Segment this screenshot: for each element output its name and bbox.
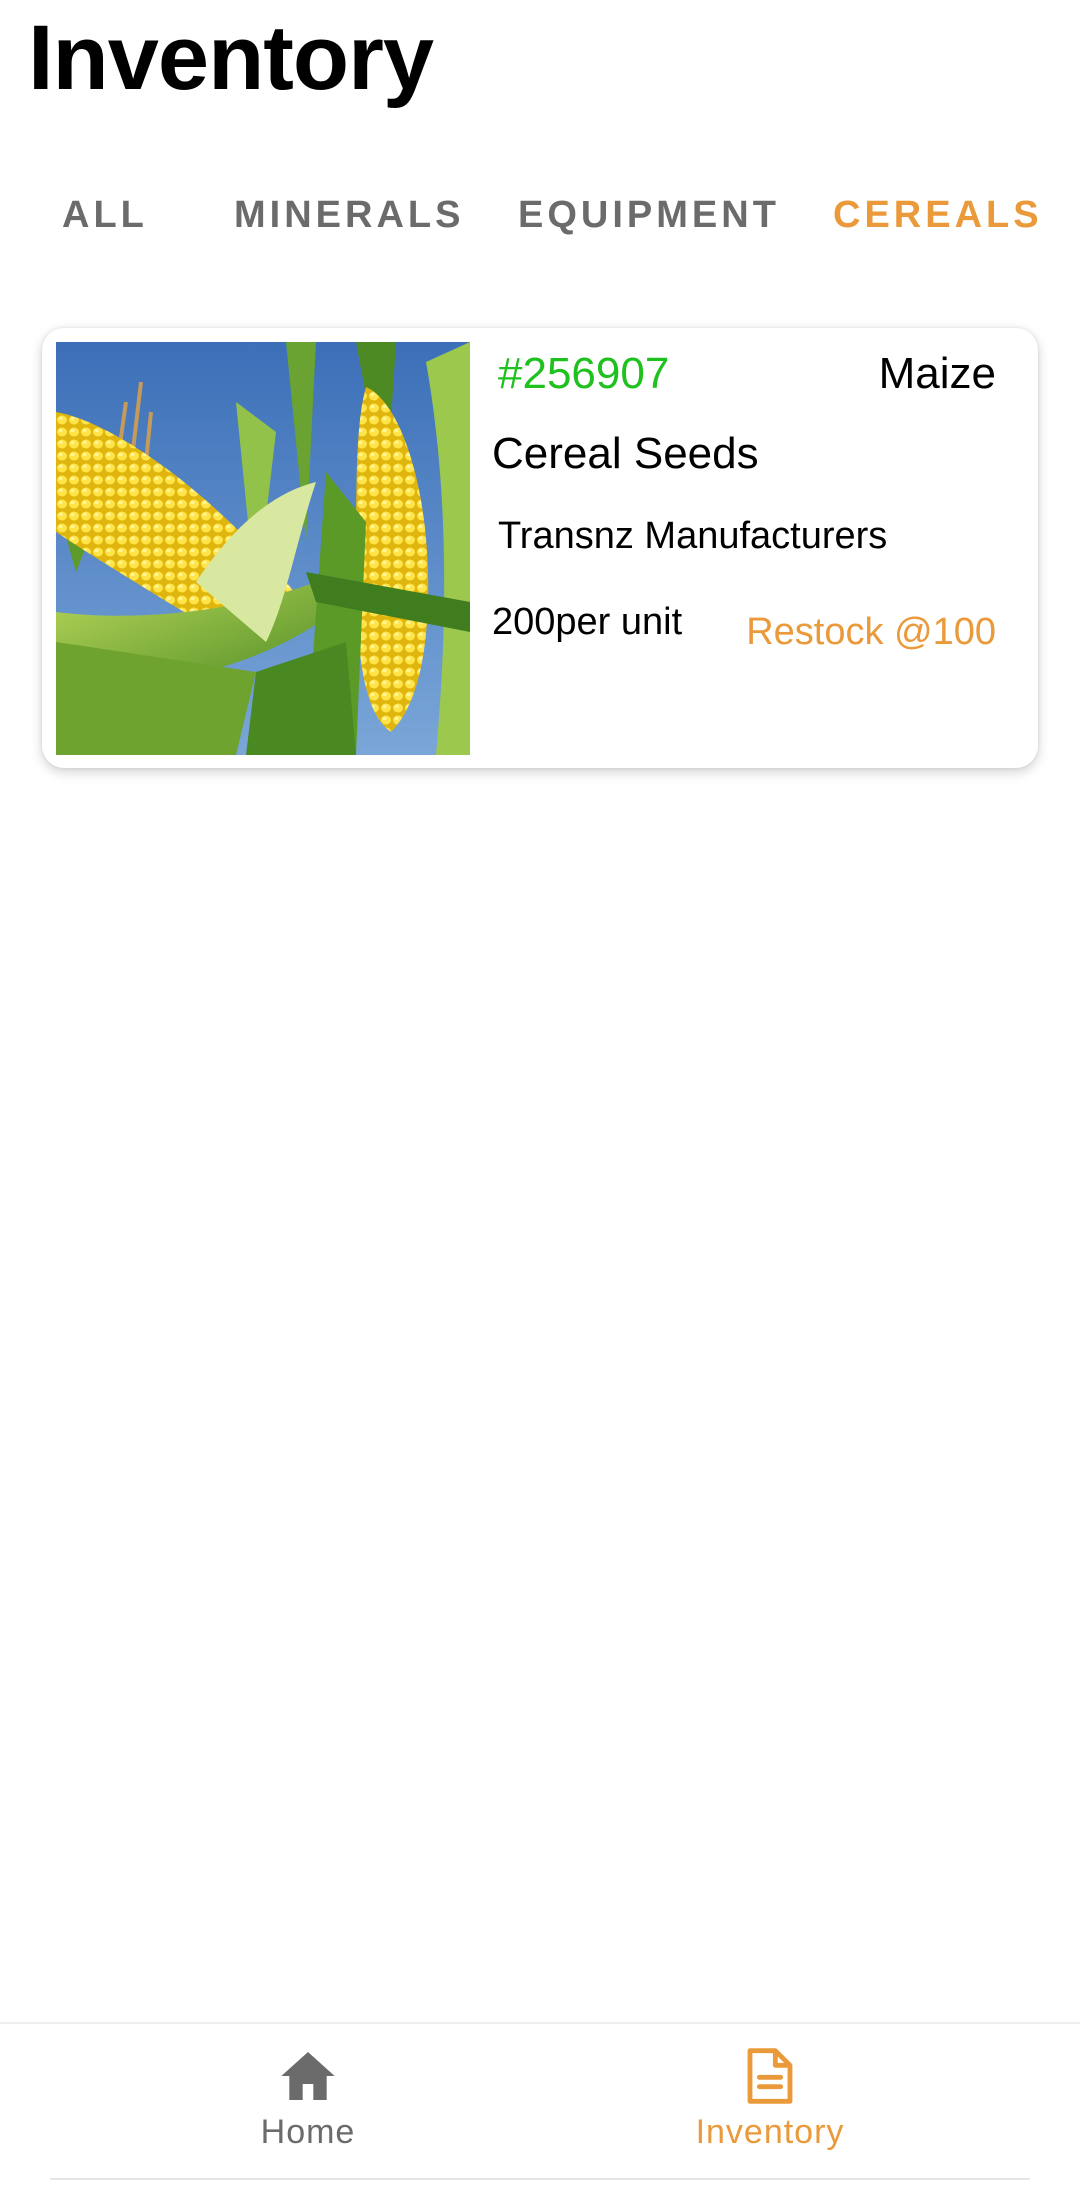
item-supplier: Transnz Manufacturers	[498, 515, 888, 557]
inventory-item-card[interactable]: #256907 Maize Cereal Seeds Transnz Manuf…	[42, 328, 1038, 768]
item-id: #256907	[498, 349, 670, 398]
item-variety: Maize	[878, 349, 996, 398]
nav-home[interactable]: Home	[158, 2044, 458, 2164]
page-title: Inventory	[28, 7, 434, 109]
item-name: Cereal Seeds	[492, 429, 759, 478]
nav-inventory-label: Inventory	[695, 2113, 845, 2151]
nav-inventory[interactable]: Inventory	[620, 2044, 920, 2164]
home-icon	[281, 2052, 335, 2100]
nav-home-label: Home	[260, 2113, 356, 2151]
tab-equipment[interactable]: EQUIPMENT	[518, 185, 780, 245]
maize-photo	[56, 342, 470, 755]
item-price: 200per unit	[492, 601, 683, 643]
tab-all[interactable]: ALL	[62, 185, 148, 245]
inventory-screen: Inventory ALL MINERALS EQUIPMENT CEREALS	[0, 0, 1080, 2185]
restock-level: Restock @100	[746, 611, 996, 653]
document-icon	[747, 2048, 793, 2104]
category-tabs: ALL MINERALS EQUIPMENT CEREALS	[0, 185, 1080, 245]
tab-cereals[interactable]: CEREALS	[833, 185, 1043, 245]
bottom-navigation: Home Inventory	[0, 2022, 1080, 2185]
gesture-bar-divider	[50, 2178, 1030, 2180]
tab-minerals[interactable]: MINERALS	[234, 185, 464, 245]
